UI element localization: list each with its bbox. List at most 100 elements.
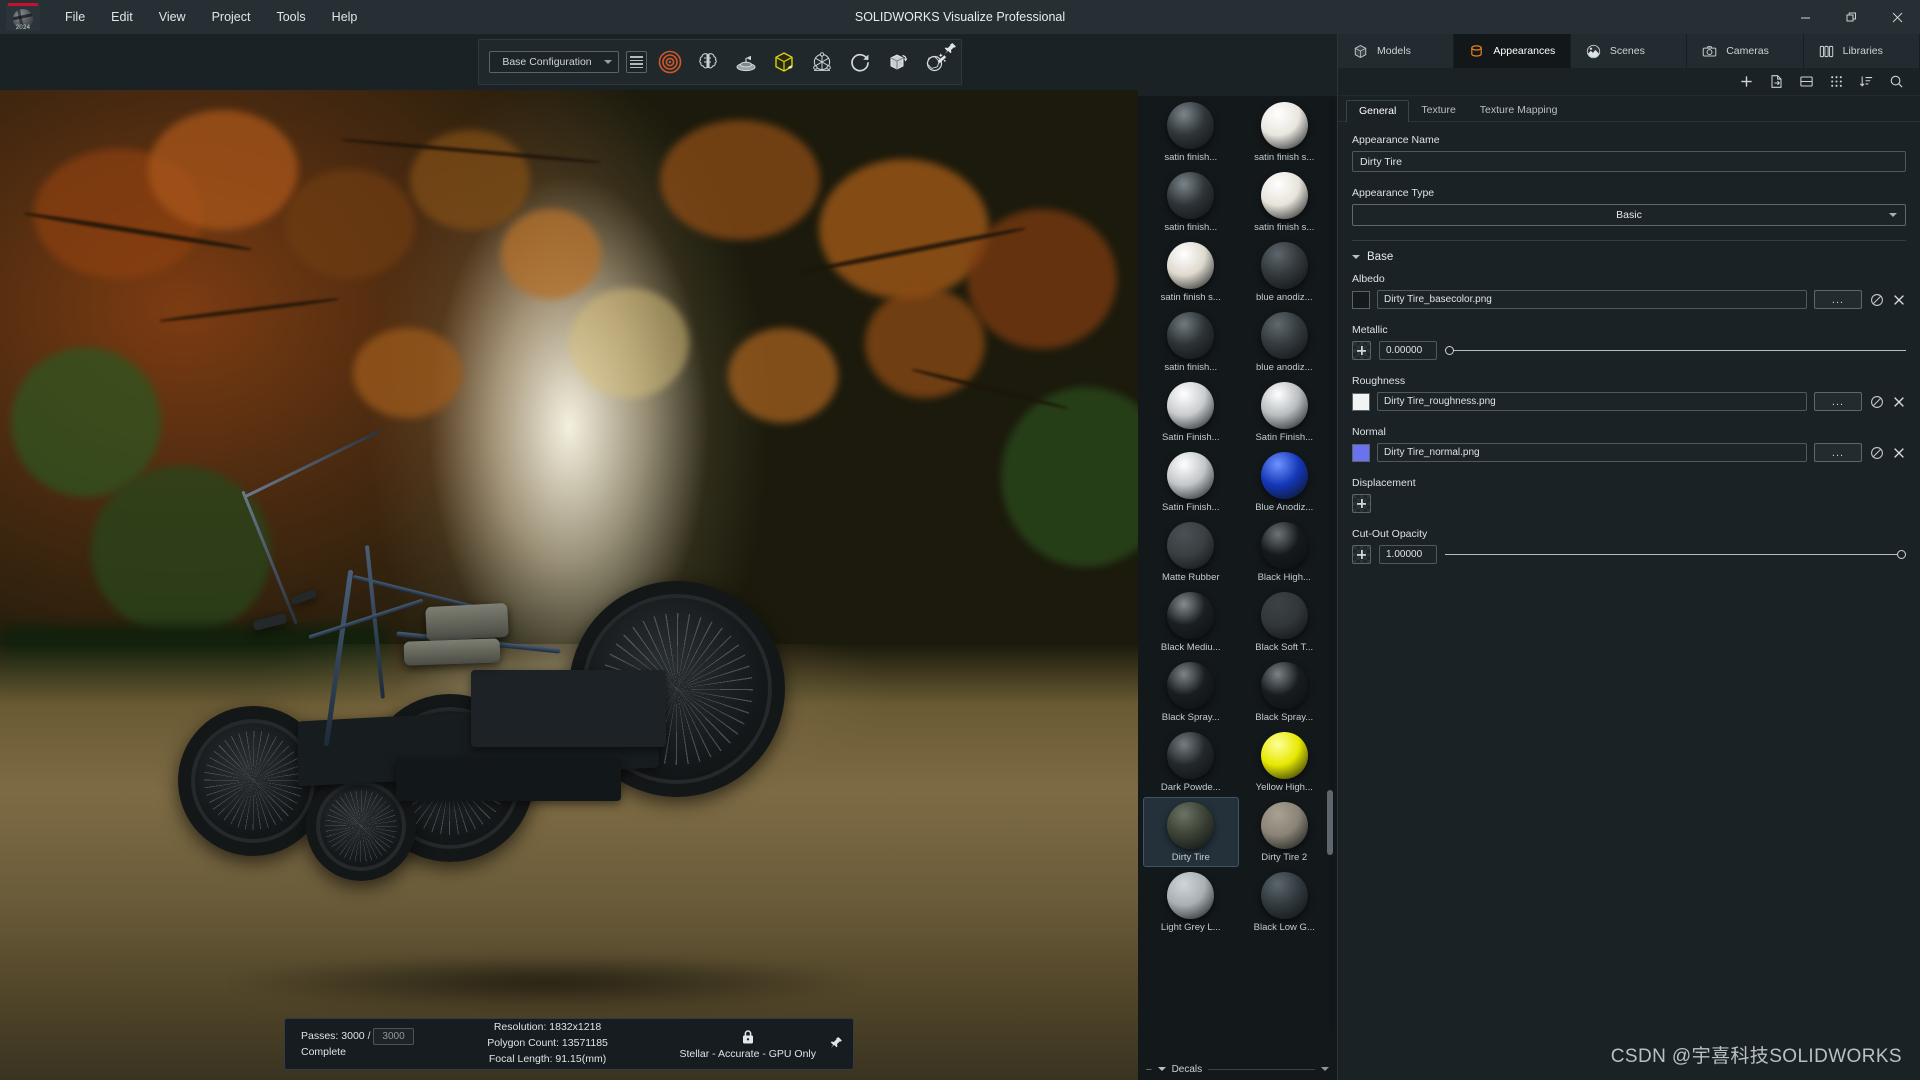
appearance-item[interactable]: Black Low G... xyxy=(1238,868,1332,936)
toolbar-pin-button[interactable] xyxy=(944,42,957,60)
tab-models[interactable]: Models xyxy=(1338,34,1454,68)
render-target-icon xyxy=(658,50,682,74)
menu-tools[interactable]: Tools xyxy=(263,0,318,34)
tab-cameras[interactable]: Cameras xyxy=(1687,34,1803,68)
library-scrollbar-thumb[interactable] xyxy=(1327,790,1333,855)
menu-view[interactable]: View xyxy=(146,0,199,34)
roughness-remove-button[interactable] xyxy=(1891,394,1906,409)
grid-view-button[interactable] xyxy=(1828,74,1844,90)
tab-texture-mapping[interactable]: Texture Mapping xyxy=(1468,100,1570,121)
metallic-slider[interactable] xyxy=(1445,344,1906,358)
normal-remove-button[interactable] xyxy=(1891,445,1906,460)
albedo-browse-button[interactable]: ... xyxy=(1814,290,1862,309)
appearance-label: satin finish... xyxy=(1164,362,1217,373)
transform-button[interactable] xyxy=(883,47,913,77)
appearance-item[interactable]: Black Mediu... xyxy=(1144,588,1238,656)
cutout-add-texture-button[interactable] xyxy=(1352,545,1371,564)
menu-help[interactable]: Help xyxy=(319,0,371,34)
tab-texture[interactable]: Texture xyxy=(1409,100,1467,121)
base-section-header[interactable]: Base xyxy=(1352,251,1906,263)
normal-color-swatch[interactable] xyxy=(1352,444,1370,462)
appearance-item[interactable]: Satin Finish... xyxy=(1238,378,1332,446)
albedo-remove-button[interactable] xyxy=(1891,292,1906,307)
appearance-item[interactable]: Black Soft T... xyxy=(1238,588,1332,656)
close-button[interactable] xyxy=(1874,0,1920,34)
tab-scenes[interactable]: Scenes xyxy=(1571,34,1687,68)
cutout-opacity-input[interactable]: 1.00000 xyxy=(1379,545,1437,564)
minimize-button[interactable] xyxy=(1782,0,1828,34)
appearance-thumbnail xyxy=(1167,802,1214,849)
render-button[interactable] xyxy=(655,47,685,77)
roughness-browse-button[interactable]: ... xyxy=(1814,392,1862,411)
menu-project[interactable]: Project xyxy=(199,0,264,34)
appearance-item[interactable]: Satin Finish... xyxy=(1144,378,1238,446)
metallic-value-input[interactable]: 0.00000 xyxy=(1379,341,1437,360)
library-scrollbar-track[interactable] xyxy=(1329,100,1335,1032)
menu-edit[interactable]: Edit xyxy=(98,0,146,34)
metallic-add-texture-button[interactable] xyxy=(1352,341,1371,360)
albedo-texture-field[interactable]: Dirty Tire_basecolor.png xyxy=(1377,290,1807,309)
menu-file[interactable]: File xyxy=(52,0,98,34)
sort-button[interactable] xyxy=(1858,74,1874,90)
appearance-item[interactable]: blue anodiz... xyxy=(1238,308,1332,376)
appearance-type-select[interactable]: Basic xyxy=(1352,204,1906,226)
tab-appearances[interactable]: Appearances xyxy=(1454,34,1570,68)
appearance-item[interactable]: Yellow High... xyxy=(1238,728,1332,796)
appearance-grid-scroll[interactable]: satin finish...satin finish s...satin fi… xyxy=(1138,96,1337,1058)
render-info-section: Resolution: 1832x1218 Polygon Count: 135… xyxy=(430,1020,666,1067)
appearance-item[interactable]: Satin Finish... xyxy=(1144,448,1238,516)
tab-label: Appearances xyxy=(1493,45,1555,57)
appearance-item[interactable]: Matte Rubber xyxy=(1144,518,1238,586)
appearance-item[interactable]: satin finish s... xyxy=(1238,168,1332,236)
search-button[interactable] xyxy=(1888,74,1904,90)
tab-libraries[interactable]: Libraries xyxy=(1804,34,1920,68)
layout-view-button[interactable] xyxy=(1798,74,1814,90)
metallic-slider-knob[interactable] xyxy=(1445,346,1454,355)
appearance-label: Satin Finish... xyxy=(1255,432,1313,443)
denoiser-button[interactable] xyxy=(693,47,723,77)
appearance-item[interactable]: Dirty Tire xyxy=(1144,798,1238,866)
model-cube-button[interactable] xyxy=(769,47,799,77)
export-appearance-button[interactable] xyxy=(1768,74,1784,90)
roughness-color-swatch[interactable] xyxy=(1352,393,1370,411)
appearance-item[interactable]: Light Grey L... xyxy=(1144,868,1238,936)
restore-button[interactable] xyxy=(1828,0,1874,34)
configuration-dropdown[interactable]: Base Configuration xyxy=(489,51,619,73)
roughness-disable-button[interactable] xyxy=(1869,394,1884,409)
appearance-item[interactable]: satin finish... xyxy=(1144,308,1238,376)
appearance-item[interactable]: Dirty Tire 2 xyxy=(1238,798,1332,866)
displacement-add-texture-button[interactable] xyxy=(1352,494,1371,513)
cutout-opacity-slider-knob[interactable] xyxy=(1897,550,1906,559)
appearance-item[interactable]: Black Spray... xyxy=(1238,658,1332,726)
appearance-item[interactable]: Black High... xyxy=(1238,518,1332,586)
rotate-button[interactable] xyxy=(845,47,875,77)
cutout-opacity-slider[interactable] xyxy=(1445,548,1906,562)
decals-section-header[interactable]: – Decals xyxy=(1138,1058,1337,1080)
tab-general[interactable]: General xyxy=(1346,100,1409,122)
albedo-disable-button[interactable] xyxy=(1869,292,1884,307)
render-viewport[interactable]: Passes: 3000 / 3000 Complete Resolution:… xyxy=(0,90,1138,1080)
albedo-color-swatch[interactable] xyxy=(1352,291,1370,309)
turntable-button[interactable] xyxy=(731,47,761,77)
configuration-list-button[interactable] xyxy=(626,51,647,73)
roughness-texture-field[interactable]: Dirty Tire_roughness.png xyxy=(1377,392,1807,411)
lock-icon[interactable] xyxy=(741,1029,755,1045)
normal-texture-field[interactable]: Dirty Tire_normal.png xyxy=(1377,443,1807,462)
passes-total-field[interactable]: 3000 xyxy=(373,1028,413,1045)
normal-disable-button[interactable] xyxy=(1869,445,1884,460)
appearance-item[interactable]: satin finish... xyxy=(1144,98,1238,166)
add-appearance-button[interactable] xyxy=(1738,74,1754,90)
appearance-item[interactable]: blue anodiz... xyxy=(1238,238,1332,306)
appearance-type-value: Basic xyxy=(1616,209,1642,221)
orientation-triad-button[interactable] xyxy=(807,47,837,77)
appearance-name-input[interactable]: Dirty Tire xyxy=(1352,151,1906,172)
appearance-item[interactable]: Dark Powde... xyxy=(1144,728,1238,796)
normal-browse-button[interactable]: ... xyxy=(1814,443,1862,462)
status-pin-button[interactable] xyxy=(830,1036,843,1052)
appearance-item[interactable]: satin finish s... xyxy=(1238,98,1332,166)
appearance-item[interactable]: satin finish... xyxy=(1144,168,1238,236)
appearance-item[interactable]: Black Spray... xyxy=(1144,658,1238,726)
chevron-down-icon[interactable] xyxy=(1321,1067,1329,1071)
appearance-item[interactable]: Blue Anodiz... xyxy=(1238,448,1332,516)
appearance-item[interactable]: satin finish s... xyxy=(1144,238,1238,306)
